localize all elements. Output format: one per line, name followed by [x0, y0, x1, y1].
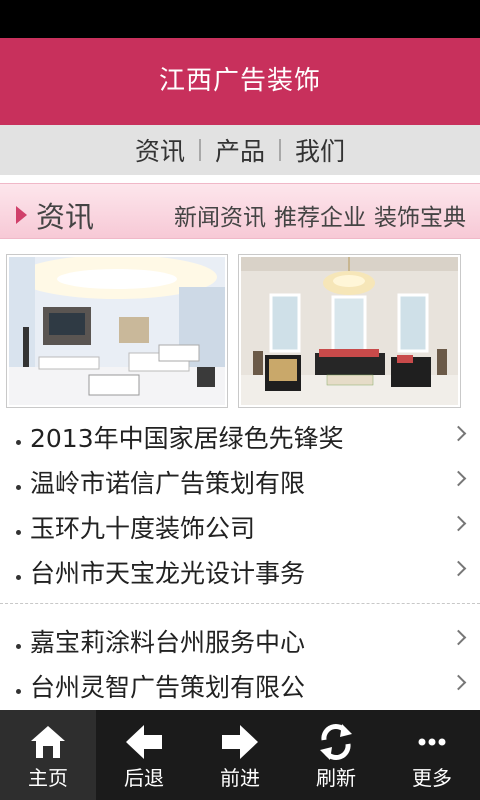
link-guide[interactable]: 装饰宝典 — [374, 198, 466, 232]
list-item[interactable]: 台州市天宝龙光设计事务 — [0, 548, 480, 593]
top-nav: 资讯 产品 我们 — [0, 125, 480, 175]
section-links: 新闻资讯 推荐企业 装饰宝典 — [174, 198, 466, 232]
refresh-label: 刷新 — [316, 766, 356, 790]
section-header: 资讯 新闻资讯 推荐企业 装饰宝典 — [0, 183, 480, 239]
back-arrow-icon — [126, 725, 162, 759]
living-room-photo[interactable] — [6, 254, 228, 408]
list-item-text: 嘉宝莉涂料台州服务中心 — [30, 628, 306, 657]
list-item-text: 玉环九十度装饰公司 — [30, 514, 256, 543]
bottom-toolbar: 主页 后退 前进 刷新 更多 — [0, 710, 480, 800]
chevron-right-icon — [450, 674, 467, 691]
nav-item-news[interactable]: 资讯 — [121, 132, 199, 168]
list-item-text: 2013年中国家居绿色先锋奖 — [30, 424, 344, 453]
living-room-image — [9, 257, 225, 405]
home-label: 主页 — [28, 766, 68, 790]
list-item[interactable]: 2013年中国家居绿色先锋奖 — [0, 413, 480, 458]
refresh-icon — [320, 724, 352, 760]
company-list: 嘉宝莉涂料台州服务中心 台州灵智广告策划有限公 — [0, 617, 480, 707]
home-icon — [31, 726, 65, 758]
more-button[interactable]: 更多 — [384, 710, 480, 800]
back-button[interactable]: 后退 — [96, 710, 192, 800]
forward-button[interactable]: 前进 — [192, 710, 288, 800]
bullet-icon — [16, 644, 21, 649]
chevron-right-icon — [450, 560, 467, 577]
nav-item-about[interactable]: 我们 — [281, 132, 359, 168]
back-label: 后退 — [124, 766, 164, 790]
bullet-icon — [16, 485, 21, 490]
list-item[interactable]: 玉环九十度装饰公司 — [0, 503, 480, 548]
list-item[interactable]: 台州灵智广告策划有限公 — [0, 662, 480, 707]
nav-item-products[interactable]: 产品 — [201, 132, 279, 168]
list-divider — [0, 603, 480, 604]
more-icon — [418, 738, 446, 746]
chevron-right-icon — [450, 470, 467, 487]
link-news[interactable]: 新闻资讯 — [174, 198, 266, 232]
refresh-button[interactable]: 刷新 — [288, 710, 384, 800]
app-title: 江西广告装饰 — [158, 66, 321, 96]
home-button[interactable]: 主页 — [0, 710, 96, 800]
list-item[interactable]: 温岭市诺信广告策划有限 — [0, 458, 480, 503]
forward-arrow-icon — [222, 725, 258, 759]
bullet-icon — [16, 689, 21, 694]
list-item[interactable]: 嘉宝莉涂料台州服务中心 — [0, 617, 480, 662]
link-recommended[interactable]: 推荐企业 — [274, 198, 366, 232]
chevron-right-icon — [450, 515, 467, 532]
chevron-right-icon — [450, 425, 467, 442]
bullet-icon — [16, 575, 21, 580]
bullet-icon — [16, 440, 21, 445]
section-marker-icon — [16, 206, 27, 224]
app-title-bar: 江西广告装饰 — [0, 38, 480, 125]
more-label: 更多 — [412, 766, 452, 790]
chevron-right-icon — [450, 629, 467, 646]
classic-interior-image — [241, 257, 458, 405]
list-item-text: 台州灵智广告策划有限公 — [30, 673, 306, 702]
list-item-text: 温岭市诺信广告策划有限 — [30, 469, 306, 498]
list-item-text: 台州市天宝龙光设计事务 — [30, 559, 306, 588]
section-title: 资讯 — [36, 200, 95, 234]
classic-interior-photo[interactable] — [238, 254, 461, 408]
bullet-icon — [16, 530, 21, 535]
news-list: 2013年中国家居绿色先锋奖 温岭市诺信广告策划有限 玉环九十度装饰公司 台州市… — [0, 413, 480, 593]
forward-label: 前进 — [220, 766, 260, 790]
status-bar — [0, 0, 480, 38]
